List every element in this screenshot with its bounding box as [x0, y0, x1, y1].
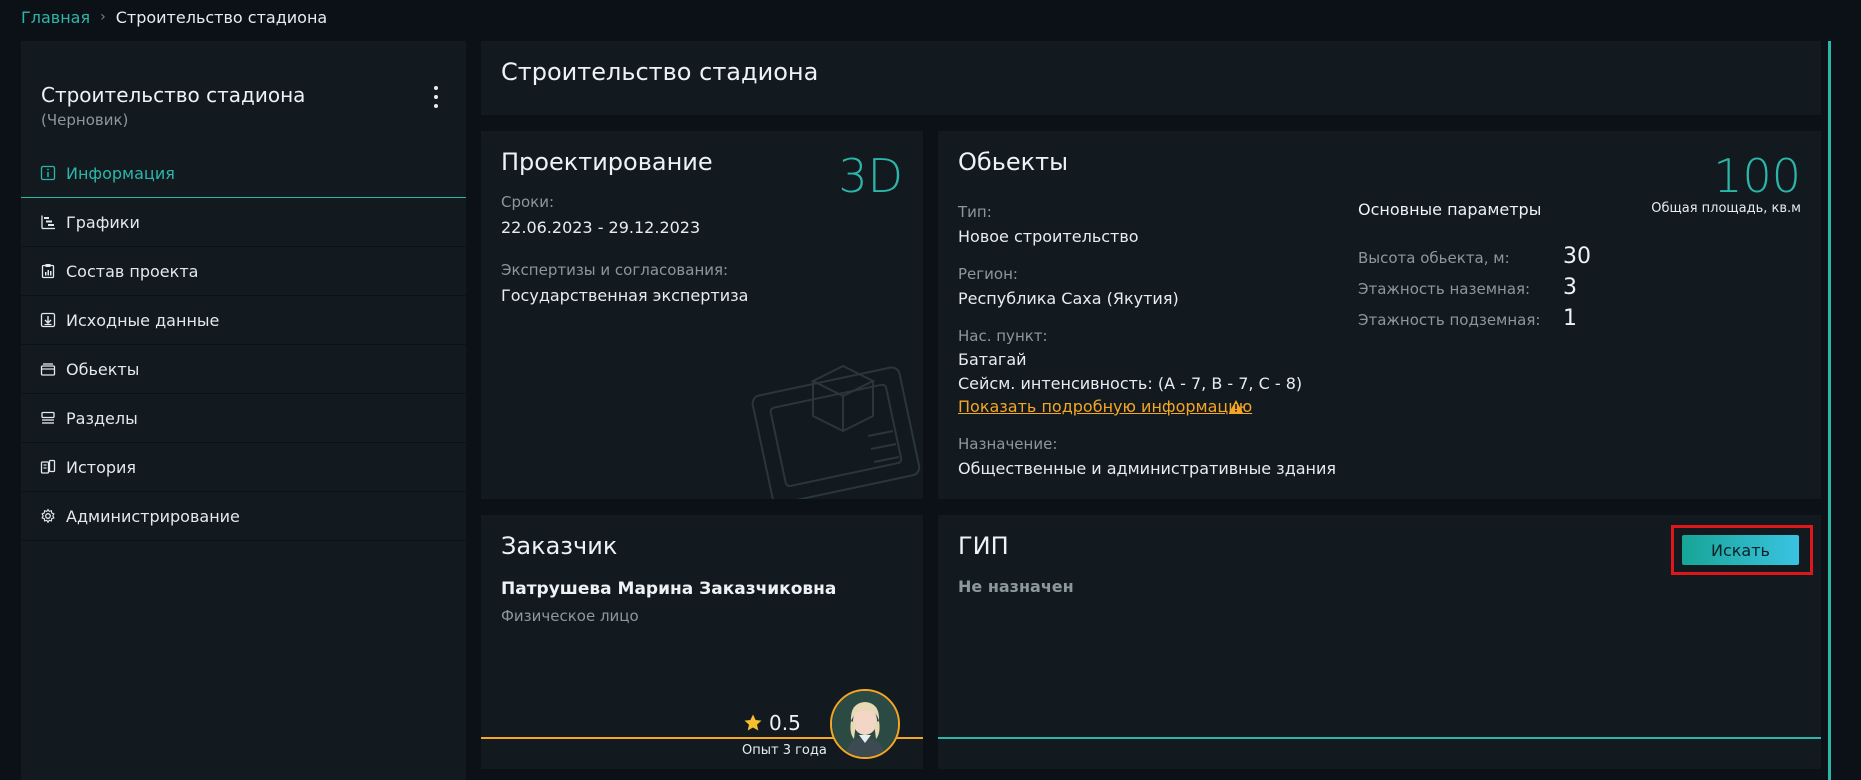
page-title: Строительство стадиона — [501, 58, 819, 86]
sidebar-item-history[interactable]: История — [21, 443, 466, 492]
avatar[interactable] — [830, 689, 900, 759]
warning-icon — [1229, 400, 1243, 413]
info-icon — [40, 165, 56, 181]
seismic-intensity: Сейсм. интенсивность: (A - 7, B - 7, C -… — [958, 374, 1303, 393]
download-box-icon — [40, 312, 56, 328]
sidebar-item-label: Обьекты — [66, 359, 140, 379]
type-label: Тип: — [958, 203, 992, 221]
sidebar-item-label: Администрирование — [66, 506, 240, 526]
sidebar-item-info[interactable]: Информация — [21, 149, 466, 198]
total-area-value: 100 — [1713, 149, 1801, 203]
sidebar-item-label: Состав проекта — [66, 261, 199, 281]
purpose-label: Назначение: — [958, 435, 1058, 453]
gip-card: ГИП Не назначен Искать — [938, 515, 1821, 769]
floors-above-label: Этажность наземная: — [1358, 280, 1531, 298]
chevron-right-icon: › — [100, 9, 106, 25]
sidebar-item-project-composition[interactable]: Состав проекта — [21, 247, 466, 296]
gantt-chart-icon — [41, 215, 55, 230]
show-details-link[interactable]: Показать подробную информацию — [958, 397, 1252, 416]
customer-name: Патрушева Марина Заказчиковна — [501, 579, 837, 599]
scrollbar[interactable] — [1828, 41, 1831, 780]
user-avatar-icon — [832, 691, 898, 757]
sidebar-item-source-data[interactable]: Исходные данные — [21, 296, 466, 345]
sidebar-menu: Информация Графики Состав проекта Исходн… — [21, 149, 466, 541]
terms-value: 22.06.2023 - 29.12.2023 — [501, 218, 701, 237]
height-label: Высота обьекта, м: — [1358, 249, 1510, 267]
cad-drawing-icon — [751, 364, 921, 499]
settlement-label: Нас. пункт: — [958, 327, 1048, 345]
sidebar-item-label: Графики — [66, 212, 140, 232]
floors-below-value: 1 — [1563, 306, 1577, 331]
sections-icon — [41, 411, 55, 424]
rating-value: 0.5 — [769, 711, 801, 735]
expertise-value: Государственная экспертиза — [501, 286, 749, 305]
floors-above-value: 3 — [1563, 275, 1577, 300]
region-value: Республика Саха (Якутия) — [958, 289, 1179, 308]
gip-title: ГИП — [958, 532, 1009, 560]
height-value: 30 — [1563, 244, 1591, 269]
total-area-label: Общая площадь, кв.м — [1651, 201, 1801, 216]
breadcrumb-home-link[interactable]: Главная — [21, 8, 90, 27]
customer-experience: Опыт 3 года — [742, 743, 827, 758]
clipboard-chart-icon — [41, 264, 55, 279]
gip-divider — [938, 737, 1821, 739]
expertise-label: Экспертизы и согласования: — [501, 261, 729, 279]
page-header: Строительство стадиона — [481, 41, 1821, 115]
sidebar-item-charts[interactable]: Графики — [21, 198, 466, 247]
sidebar-item-label: Разделы — [66, 408, 138, 428]
customer-card: Заказчик Патрушева Марина Заказчиковна Ф… — [481, 515, 923, 769]
star-icon — [744, 714, 762, 731]
sidebar-item-objects[interactable]: Обьекты — [21, 345, 466, 394]
customer-rating: 0.5 — [743, 711, 801, 735]
customer-type: Физическое лицо — [501, 607, 639, 625]
sidebar-item-sections[interactable]: Разделы — [21, 394, 466, 443]
more-options-icon[interactable] — [429, 86, 443, 108]
sidebar-item-administration[interactable]: Администрирование — [21, 492, 466, 541]
project-status: (Черновик) — [41, 111, 129, 129]
main-params-title: Основные параметры — [1358, 200, 1542, 219]
breadcrumb-current: Строительство стадиона — [115, 7, 328, 27]
purpose-value: Общественные и административные здания — [958, 459, 1337, 478]
objects-title: Обьекты — [958, 148, 1069, 176]
design-card: Проектирование 3D Сроки: 22.06.2023 - 29… — [481, 131, 923, 499]
region-label: Регион: — [958, 265, 1018, 283]
customer-title: Заказчик — [501, 532, 618, 560]
design-title: Проектирование — [501, 148, 713, 176]
history-icon — [40, 459, 56, 474]
sidebar-item-label: История — [66, 457, 137, 477]
objects-card: Обьекты 100 Общая площадь, кв.м Тип: Нов… — [938, 131, 1821, 499]
breadcrumb: Главная › Строительство стадиона — [21, 7, 327, 27]
design-3d-badge: 3D — [838, 149, 903, 203]
sidebar-item-label: Информация — [66, 163, 175, 183]
project-title: Строительство стадиона — [41, 83, 306, 107]
floors-below-label: Этажность подземная: — [1358, 311, 1541, 329]
type-value: Новое строительство — [958, 227, 1139, 246]
gear-icon — [41, 508, 55, 524]
sidebar: Строительство стадиона (Черновик) Информ… — [21, 41, 466, 780]
box-icon — [40, 363, 56, 376]
settlement-value: Батагай — [958, 350, 1027, 369]
terms-label: Сроки: — [501, 193, 555, 211]
search-gip-button[interactable]: Искать — [1682, 535, 1799, 565]
gip-status: Не назначен — [958, 577, 1074, 596]
sidebar-item-label: Исходные данные — [66, 310, 220, 330]
